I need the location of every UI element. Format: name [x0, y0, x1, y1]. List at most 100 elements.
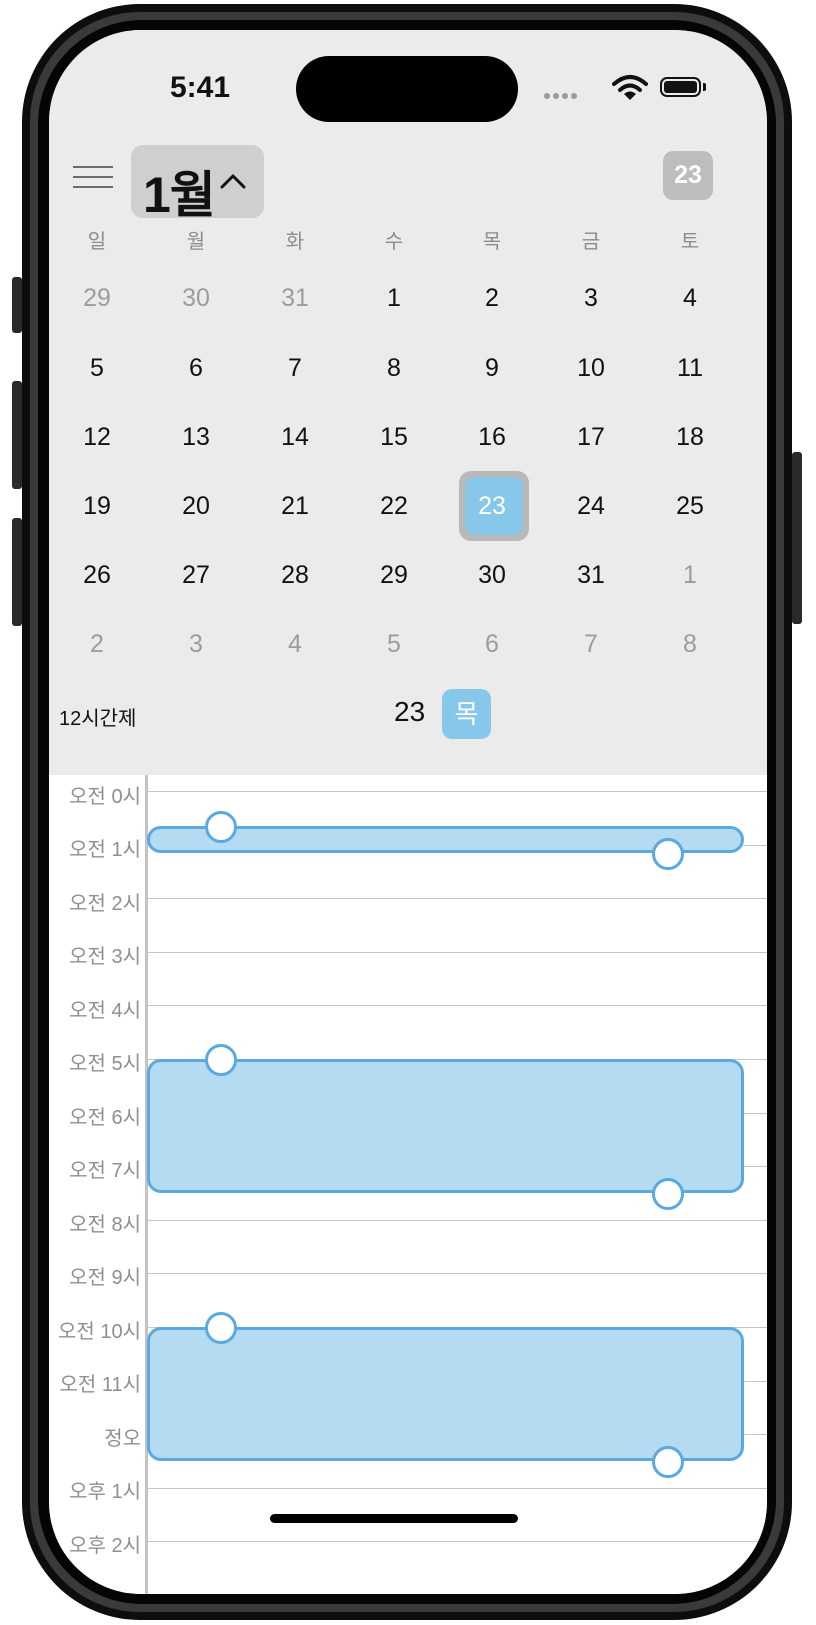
calendar-day[interactable]: 9: [462, 348, 522, 388]
hour-line: [146, 791, 767, 792]
calendar-day[interactable]: 10: [561, 348, 621, 388]
hour-line: [146, 898, 767, 900]
hour-label: 오전 5시: [69, 1053, 141, 1075]
hour-line: [146, 1219, 767, 1221]
calendar-day[interactable]: 2: [67, 624, 127, 664]
volume-up-button: [12, 381, 22, 489]
hour-line: [146, 1273, 767, 1275]
hour-label: 오전 1시: [69, 839, 141, 861]
weekday-label: 수: [384, 231, 404, 253]
hour-label: 오후 1시: [69, 1481, 141, 1503]
calendar-day[interactable]: 29: [364, 555, 424, 595]
hour-line: [146, 1487, 767, 1489]
calendar-day[interactable]: 16: [462, 417, 522, 457]
calendar-day[interactable]: 4: [660, 278, 720, 318]
calendar-day[interactable]: 11: [660, 348, 720, 388]
hour-label: 정오: [104, 1428, 141, 1450]
hour-label: 오후 2시: [69, 1535, 141, 1557]
calendar-day[interactable]: 26: [67, 555, 127, 595]
calendar-day[interactable]: 18: [660, 417, 720, 457]
calendar-day[interactable]: 8: [660, 624, 720, 664]
calendar-day[interactable]: 12: [67, 417, 127, 457]
calendar-day[interactable]: 7: [265, 348, 325, 388]
weekday-label: 일: [87, 231, 107, 253]
signal-dot: [571, 93, 577, 99]
home-indicator[interactable]: [270, 1514, 518, 1523]
calendar-day[interactable]: 21: [265, 486, 325, 526]
calendar-day[interactable]: 20: [166, 486, 226, 526]
menu-icon[interactable]: [73, 166, 113, 192]
time-format-toggle[interactable]: 12시간제: [59, 702, 136, 731]
hour-line: [146, 951, 767, 953]
hour-label: 오전 7시: [69, 1160, 141, 1182]
volume-down-button: [12, 518, 22, 626]
calendar-day-selected[interactable]: 23: [462, 486, 522, 526]
calendar-day[interactable]: 17: [561, 417, 621, 457]
hour-label: 오전 10시: [57, 1321, 141, 1343]
calendar-day[interactable]: 13: [166, 417, 226, 457]
hour-label: 오전 11시: [59, 1374, 141, 1396]
calendar-day[interactable]: 3: [561, 278, 621, 318]
calendar-day[interactable]: 5: [364, 624, 424, 664]
weekday-label: 월: [186, 231, 206, 253]
calendar-day[interactable]: 24: [561, 486, 621, 526]
calendar-day[interactable]: 30: [462, 555, 522, 595]
month-label: 1월: [143, 167, 216, 223]
dynamic-island: [296, 56, 518, 122]
screen: 5:41 1월 23 일 월 화 수 목 금 토 29 30 31 1 2 3 …: [49, 30, 767, 1594]
hour-label: 오전 3시: [69, 946, 141, 968]
calendar-day[interactable]: 6: [462, 624, 522, 664]
day-number: 23: [394, 696, 426, 727]
calendar-day[interactable]: 5: [67, 348, 127, 388]
calendar-day[interactable]: 15: [364, 417, 424, 457]
calendar-day[interactable]: 31: [265, 278, 325, 318]
signal-dot: [544, 93, 550, 99]
calendar-day[interactable]: 1: [364, 278, 424, 318]
hour-label: 오전 8시: [69, 1214, 141, 1236]
weekday-label: 화: [285, 231, 305, 253]
calendar-day[interactable]: 29: [67, 278, 127, 318]
hour-label: 오전 2시: [69, 893, 141, 915]
calendar-day[interactable]: 28: [265, 555, 325, 595]
power-button: [792, 452, 802, 624]
calendar-day[interactable]: 14: [265, 417, 325, 457]
signal-dot: [562, 93, 568, 99]
action-button: [12, 277, 22, 333]
calendar-day[interactable]: 8: [364, 348, 424, 388]
status-time: 5:41: [169, 71, 231, 104]
event-block[interactable]: [147, 1059, 744, 1193]
event-end-handle[interactable]: [652, 1178, 684, 1210]
battery-icon: [660, 77, 701, 97]
calendar-day[interactable]: 19: [67, 486, 127, 526]
day-timeline[interactable]: 오전 0시 오전 1시 오전 2시 오전 3시 오전 4시 오전 5시 오전 6…: [49, 775, 767, 1594]
calendar-day[interactable]: 2: [462, 278, 522, 318]
weekday-label: 목: [482, 231, 502, 253]
chevron-up-icon: [220, 174, 246, 189]
event-start-handle[interactable]: [205, 1044, 237, 1076]
calendar-day[interactable]: 4: [265, 624, 325, 664]
hour-label: 오전 6시: [69, 1107, 141, 1129]
wifi-icon: [612, 75, 648, 100]
event-end-handle[interactable]: [652, 837, 684, 870]
calendar-day[interactable]: 31: [561, 555, 621, 595]
today-button[interactable]: 23: [663, 151, 713, 200]
hour-label: 오전 9시: [69, 1267, 141, 1289]
calendar-day[interactable]: 1: [660, 555, 720, 595]
event-start-handle[interactable]: [205, 810, 237, 843]
event-end-handle[interactable]: [652, 1446, 684, 1478]
calendar-day[interactable]: 7: [561, 624, 621, 664]
weekday-badge: 목: [442, 689, 491, 739]
calendar-day[interactable]: 25: [660, 486, 720, 526]
calendar-day[interactable]: 27: [166, 555, 226, 595]
event-block[interactable]: [147, 1327, 744, 1461]
event-start-handle[interactable]: [205, 1312, 237, 1344]
hour-label: 오전 4시: [69, 1000, 141, 1022]
month-picker-button[interactable]: 1월: [131, 145, 264, 223]
calendar-day[interactable]: 30: [166, 278, 226, 318]
battery-cap: [703, 83, 706, 91]
hour-label: 오전 0시: [69, 786, 141, 808]
calendar-day[interactable]: 3: [166, 624, 226, 664]
calendar-day[interactable]: 22: [364, 486, 424, 526]
calendar-day[interactable]: 6: [166, 348, 226, 388]
weekday-label: 토: [680, 231, 700, 253]
